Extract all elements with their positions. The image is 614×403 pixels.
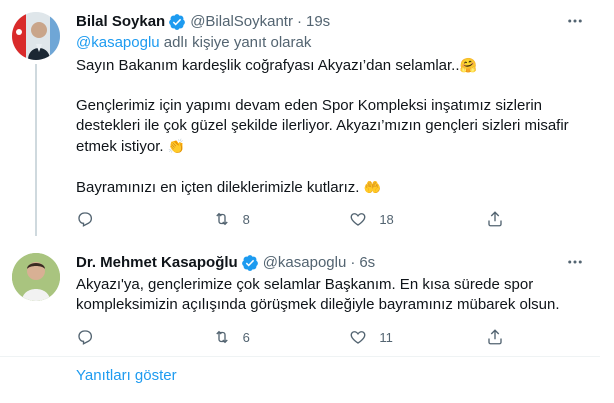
avatar-bilal-soykan[interactable] (12, 12, 60, 60)
show-replies-link[interactable]: Yanıtları göster (76, 367, 177, 384)
like-button[interactable]: 11 (349, 328, 429, 346)
thread-divider (0, 356, 600, 357)
share-button[interactable] (486, 328, 506, 346)
replying-to: @kasapoglu adlı kişiye yanıt olarak (76, 33, 590, 53)
share-button[interactable] (486, 210, 506, 228)
reply-mention-link[interactable]: @kasapoglu (76, 34, 160, 51)
reply-icon (76, 210, 94, 228)
author-handle[interactable]: @BilalSoykantr (190, 12, 293, 32)
share-icon (486, 328, 504, 346)
tweet-timestamp[interactable]: 6s (359, 253, 375, 273)
author-name[interactable]: Bilal Soykan (76, 12, 165, 32)
tweet-2[interactable]: Dr. Mehmet Kasapoğlu @kasapoglu · 6s Aky… (0, 240, 600, 360)
tweet-text: Sayın Bakanım kardeşlik coğrafyası Akyaz… (76, 55, 590, 198)
author-name[interactable]: Dr. Mehmet Kasapoğlu (76, 253, 238, 273)
retweet-button[interactable]: 6 (213, 328, 293, 346)
like-button[interactable]: 18 (349, 210, 429, 228)
tweet-timestamp[interactable]: 19s (306, 12, 330, 32)
tweet-actions: 6 11 (76, 328, 506, 346)
verified-badge-icon (168, 13, 186, 31)
reply-button[interactable] (76, 210, 156, 228)
tweet-1[interactable]: Bilal Soykan @BilalSoykantr · 19s @kasap… (0, 0, 600, 236)
reply-button[interactable] (76, 328, 156, 346)
share-icon (486, 210, 504, 228)
thread-connector (35, 64, 37, 236)
tweet-text: Akyazı'ya, gençlerimize çok selamlar Baş… (76, 275, 590, 315)
clapping-hands-icon: 👏 (167, 138, 186, 154)
hugging-face-icon: 🤗 (459, 57, 477, 73)
like-count: 18 (379, 211, 394, 227)
avatar-mehmet-kasapoglu[interactable] (12, 253, 60, 301)
heart-icon (349, 210, 367, 228)
separator-dot: · (296, 13, 302, 30)
palms-up-icon: 🤲 (363, 179, 382, 195)
tweet-actions: 8 18 (76, 210, 506, 228)
heart-icon (349, 328, 367, 346)
more-options-icon[interactable] (566, 253, 584, 271)
like-count: 11 (379, 329, 393, 345)
separator-dot: · (350, 254, 356, 271)
more-options-icon[interactable] (566, 12, 584, 30)
tweet-paragraph-3: Bayramınızı en içten dileklerimizle kutl… (76, 179, 360, 196)
tweet-paragraph-1: Akyazı'ya, gençlerimize çok selamlar Baş… (76, 276, 560, 313)
retweet-icon (213, 328, 231, 346)
tweet-header: Dr. Mehmet Kasapoğlu @kasapoglu · 6s (76, 253, 590, 273)
tweet-paragraph-1: Sayın Bakanım kardeşlik coğrafyası Akyaz… (76, 57, 460, 74)
author-handle[interactable]: @kasapoglu (263, 253, 347, 273)
tweet-paragraph-2: Gençlerimiz için yapımı devam eden Spor … (76, 97, 569, 155)
retweet-icon (213, 210, 231, 228)
retweet-count: 6 (242, 329, 250, 345)
verified-badge-icon (241, 254, 259, 272)
retweet-count: 8 (242, 211, 250, 227)
retweet-button[interactable]: 8 (213, 210, 293, 228)
reply-to-label: adlı kişiye yanıt olarak (159, 34, 312, 51)
tweet-header: Bilal Soykan @BilalSoykantr · 19s (76, 12, 590, 32)
reply-icon (76, 328, 94, 346)
